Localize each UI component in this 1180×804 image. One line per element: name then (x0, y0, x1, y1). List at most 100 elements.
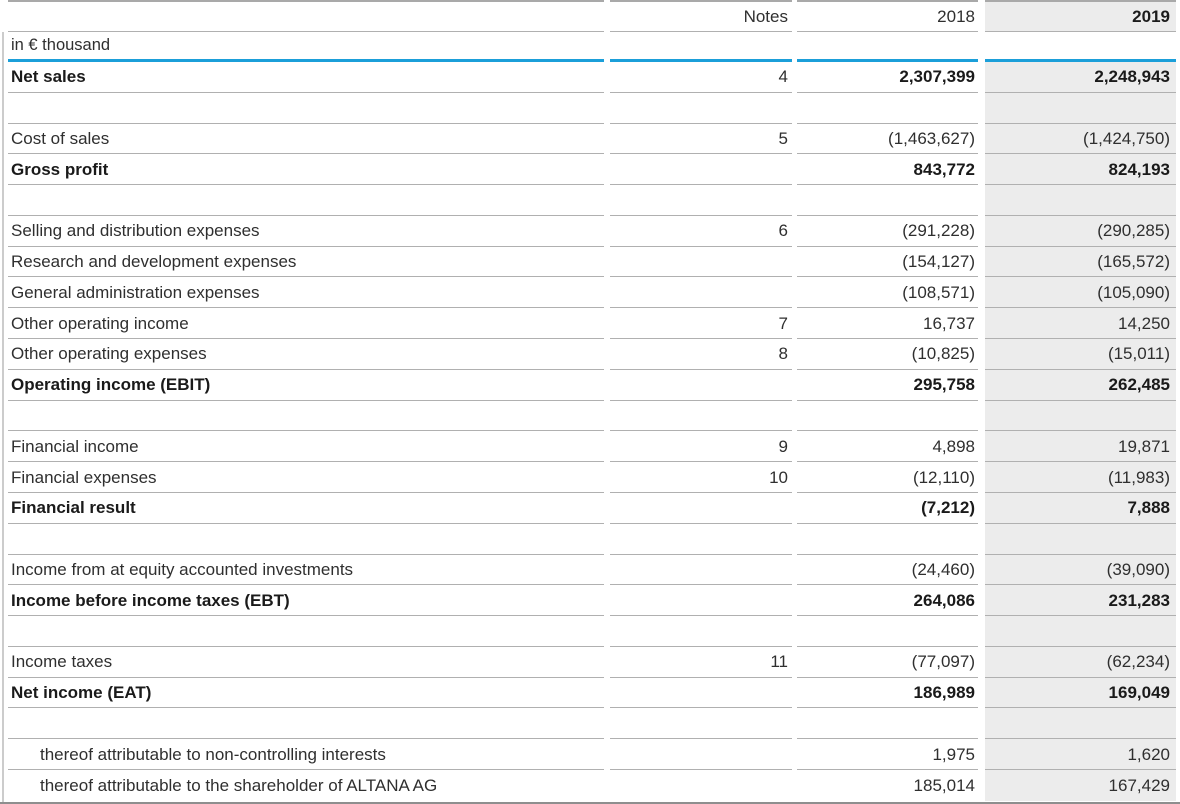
row-value-2019: (11,983) (985, 462, 1176, 493)
row-label (8, 708, 604, 739)
unit-row-2018-cell (797, 32, 978, 62)
row-value-2018: 295,758 (797, 370, 978, 401)
unit-row-2019-cell (985, 32, 1176, 62)
row-value-2018: 843,772 (797, 154, 978, 185)
row-note (610, 524, 792, 555)
row-label (8, 401, 604, 432)
row-label: thereof attributable to non-controlling … (8, 739, 604, 770)
row-value-2019 (985, 708, 1176, 739)
row-value-2018: 186,989 (797, 678, 978, 709)
row-note (610, 185, 792, 216)
row-label: Research and development expenses (8, 247, 604, 278)
row-note: 7 (610, 308, 792, 339)
row-label: Income before income taxes (EBT) (8, 585, 604, 616)
row-value-2018: (77,097) (797, 647, 978, 678)
row-value-2018 (797, 524, 978, 555)
row-note (610, 585, 792, 616)
row-value-2019: 1,620 (985, 739, 1176, 770)
row-note (610, 678, 792, 709)
row-value-2018: 1,975 (797, 739, 978, 770)
row-label (8, 185, 604, 216)
row-label: Gross profit (8, 154, 604, 185)
row-value-2019: (39,090) (985, 555, 1176, 586)
column-header-2019: 2019 (985, 0, 1176, 32)
row-value-2018 (797, 708, 978, 739)
row-label: Net income (EAT) (8, 678, 604, 709)
row-value-2018: (7,212) (797, 493, 978, 524)
table-row: Gross profit 843,772 824,193 (0, 154, 1180, 185)
table-row: Selling and distribution expenses 6 (291… (0, 216, 1180, 247)
row-note: 6 (610, 216, 792, 247)
spacer-row (0, 401, 1180, 432)
unit-row: in € thousand (0, 32, 1180, 62)
row-value-2019 (985, 401, 1176, 432)
table-row: Income from at equity accounted investme… (0, 555, 1180, 586)
row-value-2018: 16,737 (797, 308, 978, 339)
row-note (610, 555, 792, 586)
row-value-2018: 4,898 (797, 431, 978, 462)
table-row: Financial income 9 4,898 19,871 (0, 431, 1180, 462)
table-row: General administration expenses (108,571… (0, 277, 1180, 308)
unit-row-notes-cell (610, 32, 792, 62)
row-value-2019: 19,871 (985, 431, 1176, 462)
spacer-row (0, 93, 1180, 124)
row-value-2019: 824,193 (985, 154, 1176, 185)
row-value-2019: 262,485 (985, 370, 1176, 401)
row-label (8, 524, 604, 555)
row-value-2018: 185,014 (797, 770, 978, 801)
row-note (610, 770, 792, 801)
row-label: Income from at equity accounted investme… (8, 555, 604, 586)
table-row: Cost of sales 5 (1,463,627) (1,424,750) (0, 124, 1180, 155)
row-note (610, 370, 792, 401)
column-header-empty (8, 0, 604, 32)
row-note (610, 401, 792, 432)
row-value-2018: 264,086 (797, 585, 978, 616)
table-row: Other operating expenses 8 (10,825) (15,… (0, 339, 1180, 370)
row-note: 8 (610, 339, 792, 370)
row-value-2018: (10,825) (797, 339, 978, 370)
row-value-2019: 169,049 (985, 678, 1176, 709)
row-label: Operating income (EBIT) (8, 370, 604, 401)
row-label: Other operating income (8, 308, 604, 339)
row-value-2018: (108,571) (797, 277, 978, 308)
row-value-2019 (985, 185, 1176, 216)
row-value-2018 (797, 616, 978, 647)
row-note (610, 247, 792, 278)
row-value-2019: 167,429 (985, 770, 1176, 801)
table-row: Financial expenses 10 (12,110) (11,983) (0, 462, 1180, 493)
table-row: Financial result (7,212) 7,888 (0, 493, 1180, 524)
row-note (610, 277, 792, 308)
row-label: thereof attributable to the shareholder … (8, 770, 604, 801)
column-header-notes: Notes (610, 0, 792, 32)
row-value-2019: (1,424,750) (985, 124, 1176, 155)
row-value-2019 (985, 616, 1176, 647)
income-statement-table: Notes 2018 2019 in € thousand Net sales … (0, 0, 1180, 804)
table-row: Other operating income 7 16,737 14,250 (0, 308, 1180, 339)
table-row: thereof attributable to non-controlling … (0, 739, 1180, 770)
row-label (8, 93, 604, 124)
row-value-2018: (24,460) (797, 555, 978, 586)
unit-label: in € thousand (8, 32, 604, 62)
row-value-2019: (15,011) (985, 339, 1176, 370)
row-value-2018 (797, 401, 978, 432)
row-note (610, 493, 792, 524)
spacer-row (0, 524, 1180, 555)
row-note (610, 616, 792, 647)
row-note: 9 (610, 431, 792, 462)
table-row: Net sales 4 2,307,399 2,248,943 (0, 62, 1180, 93)
row-label: Other operating expenses (8, 339, 604, 370)
row-note: 10 (610, 462, 792, 493)
spacer-row (0, 616, 1180, 647)
row-note (610, 708, 792, 739)
spacer-row (0, 185, 1180, 216)
row-value-2019: 14,250 (985, 308, 1176, 339)
row-label: Net sales (8, 62, 604, 93)
row-value-2018: (12,110) (797, 462, 978, 493)
row-value-2018: (1,463,627) (797, 124, 978, 155)
table-row: thereof attributable to the shareholder … (0, 770, 1180, 801)
row-label: Income taxes (8, 647, 604, 678)
row-note: 11 (610, 647, 792, 678)
row-value-2019: 7,888 (985, 493, 1176, 524)
row-value-2019: (165,572) (985, 247, 1176, 278)
column-header-2018: 2018 (797, 0, 978, 32)
